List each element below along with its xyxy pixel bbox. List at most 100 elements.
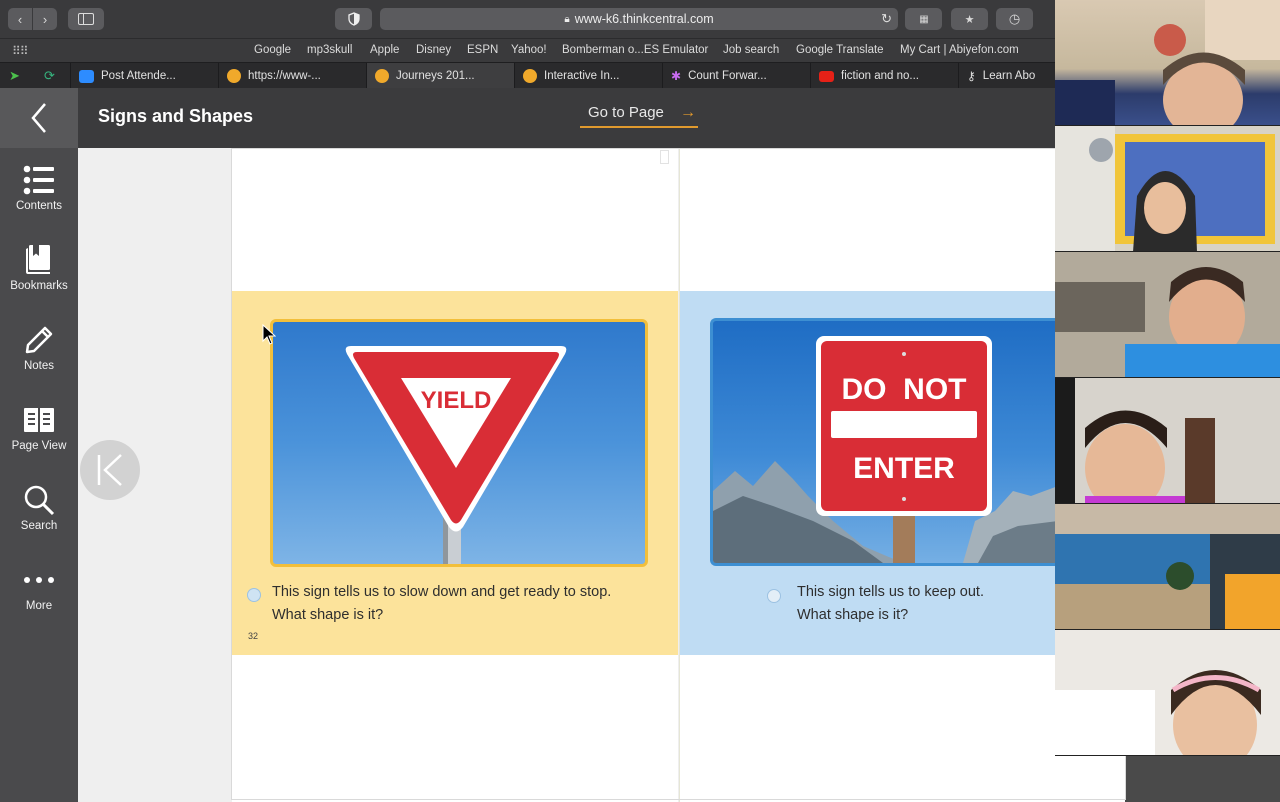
- video-tile-participant-3: [1055, 252, 1280, 378]
- favorite-link[interactable]: ESPN: [467, 44, 498, 56]
- rail-label: More: [25, 600, 53, 612]
- browser-tab[interactable]: ⚷ Learn Abo: [958, 63, 1055, 89]
- search-icon: [24, 485, 55, 516]
- tab-label: Count Forwar...: [688, 70, 767, 82]
- favorite-link[interactable]: Apple: [370, 44, 399, 56]
- orange-circle-icon: [375, 69, 389, 83]
- chevron-left-icon: ‹: [17, 11, 23, 27]
- browser-tab-active[interactable]: Journeys 201...: [366, 63, 514, 89]
- rail-label: Notes: [23, 360, 55, 372]
- extensions-grid-button[interactable]: ▦: [905, 8, 942, 30]
- bookmarks-button[interactable]: Bookmarks: [0, 240, 78, 310]
- clock-icon: ◷: [1008, 11, 1021, 26]
- pinned-tab-arrow-icon[interactable]: ➤: [9, 68, 20, 84]
- caption-right: This sign tells us to keep out. What sha…: [797, 581, 984, 627]
- favorite-link[interactable]: Google: [254, 44, 291, 56]
- orange-circle-icon: [227, 69, 241, 83]
- key-icon: ⚷: [967, 69, 976, 83]
- caption-line: This sign tells us to slow down and get …: [272, 584, 612, 600]
- url-text: www-k6.thinkcentral.com: [574, 12, 714, 26]
- screen: ‹ › 🔒︎ www-k6.thinkcentral.com ↻ ▦ ★ ◷ ⠿…: [0, 0, 1280, 802]
- chevron-right-icon: ›: [42, 11, 48, 27]
- favorite-link[interactable]: Google Translate: [796, 44, 884, 56]
- chevron-left-icon: [31, 103, 46, 133]
- browser-tab[interactable]: ✱ Count Forwar...: [662, 63, 810, 89]
- sidebar-toggle-button[interactable]: [68, 8, 104, 30]
- pinned-tab-sync-icon[interactable]: ⟳: [44, 68, 55, 84]
- browser-toolbar: ‹ › 🔒︎ www-k6.thinkcentral.com ↻ ▦ ★ ◷: [0, 0, 1055, 38]
- do-not-enter-sign-photo: DO NOT ENTER: [710, 318, 1055, 566]
- privacy-report-button[interactable]: [335, 8, 372, 30]
- browser-tab[interactable]: https://www-...: [218, 63, 366, 89]
- star-icon: ★: [964, 13, 975, 26]
- orange-circle-icon: [523, 69, 537, 83]
- page-bookmark-marker[interactable]: [660, 150, 669, 164]
- forward-nav-button[interactable]: ›: [33, 8, 57, 30]
- tab-label: Interactive In...: [544, 70, 620, 82]
- left-toolbar: Contents Bookmarks Notes Page View Searc…: [0, 148, 78, 802]
- favorite-link[interactable]: Disney: [416, 44, 451, 56]
- lock-icon: 🔒︎: [564, 13, 570, 25]
- go-to-page-button[interactable]: Go to Page →: [580, 104, 698, 128]
- back-nav-button[interactable]: ‹: [8, 8, 32, 30]
- page-number: 32: [248, 631, 259, 641]
- shield-icon: [347, 12, 360, 26]
- video-tile-participant-4: [1055, 378, 1280, 504]
- search-button[interactable]: Search: [0, 480, 78, 550]
- reload-icon[interactable]: ↻: [881, 11, 892, 27]
- puzzle-icon: ✱: [671, 69, 682, 83]
- zoom-icon: [79, 69, 94, 83]
- enter-sign-text: ENTER: [853, 452, 955, 485]
- notes-button[interactable]: Notes: [0, 320, 78, 390]
- open-book-icon: [24, 408, 54, 432]
- favorite-link[interactable]: Yahoo!: [511, 44, 547, 56]
- tab-label: Journeys 201...: [396, 70, 475, 82]
- audio-play-icon[interactable]: [767, 589, 781, 603]
- back-button[interactable]: [0, 88, 78, 148]
- video-tile-participant-5: [1055, 504, 1280, 630]
- video-tile-participant-6: [1055, 630, 1280, 756]
- rail-label: Search: [20, 520, 58, 532]
- favorites-grid-icon[interactable]: ⠿⠿: [12, 44, 29, 58]
- skip-back-icon: [97, 454, 122, 486]
- tab-label: Learn Abo: [982, 70, 1036, 82]
- favorite-link[interactable]: Job search: [723, 44, 779, 56]
- favorites-bar: ⠿⠿ Google mp3skull Apple Disney ESPN Yah…: [0, 38, 1055, 62]
- grid-icon: ▦: [919, 13, 929, 25]
- arrow-right-icon: →: [680, 104, 696, 121]
- favorite-link[interactable]: mp3skull: [307, 44, 352, 56]
- browser-tab[interactable]: Post Attende...: [70, 63, 218, 89]
- bookmark-star-button[interactable]: ★: [951, 8, 988, 30]
- more-button[interactable]: More: [0, 560, 78, 630]
- bookmark-book-icon: [26, 245, 50, 274]
- caption-line: What shape is it?: [797, 607, 909, 623]
- browser-tab[interactable]: Interactive In...: [514, 63, 662, 89]
- caption-line: This sign tells us to keep out.: [797, 584, 984, 600]
- page-view-button[interactable]: Page View: [0, 400, 78, 470]
- page-title: Signs and Shapes: [98, 106, 254, 126]
- app-header: Signs and Shapes Go to Page →: [78, 88, 1055, 148]
- caption-line: What shape is it?: [272, 607, 384, 623]
- video-tile-participant-2: [1055, 126, 1280, 252]
- yield-sign-text: YIELD: [421, 387, 492, 414]
- go-to-page-label: Go to Page: [588, 104, 664, 121]
- history-button[interactable]: ◷: [996, 8, 1033, 30]
- favorite-link[interactable]: Bomberman o...ES Emulator: [562, 44, 708, 56]
- browser-tab[interactable]: fiction and no...: [810, 63, 958, 89]
- tab-label: Post Attende...: [101, 70, 176, 82]
- rail-label: Bookmarks: [10, 280, 68, 292]
- sidebar-icon: [78, 13, 94, 25]
- pencil-icon: [25, 326, 53, 354]
- video-tile-participant-1: [1055, 0, 1280, 126]
- address-bar[interactable]: 🔒︎ www-k6.thinkcentral.com ↻: [380, 8, 898, 30]
- contents-button[interactable]: Contents: [0, 160, 78, 230]
- audio-play-icon[interactable]: [247, 588, 261, 602]
- tab-label: https://www-...: [248, 70, 321, 82]
- previous-page-button[interactable]: [80, 440, 140, 500]
- mouse-cursor-icon: [262, 324, 276, 345]
- caption-left: This sign tells us to slow down and get …: [272, 581, 611, 627]
- rail-label: Page View: [11, 440, 67, 452]
- tab-bar: ➤ ⟳ Post Attende... https://www-... Jour…: [0, 62, 1055, 89]
- favorite-link[interactable]: My Cart | Abiyefon.com: [900, 44, 1019, 56]
- rail-label: Contents: [15, 200, 63, 212]
